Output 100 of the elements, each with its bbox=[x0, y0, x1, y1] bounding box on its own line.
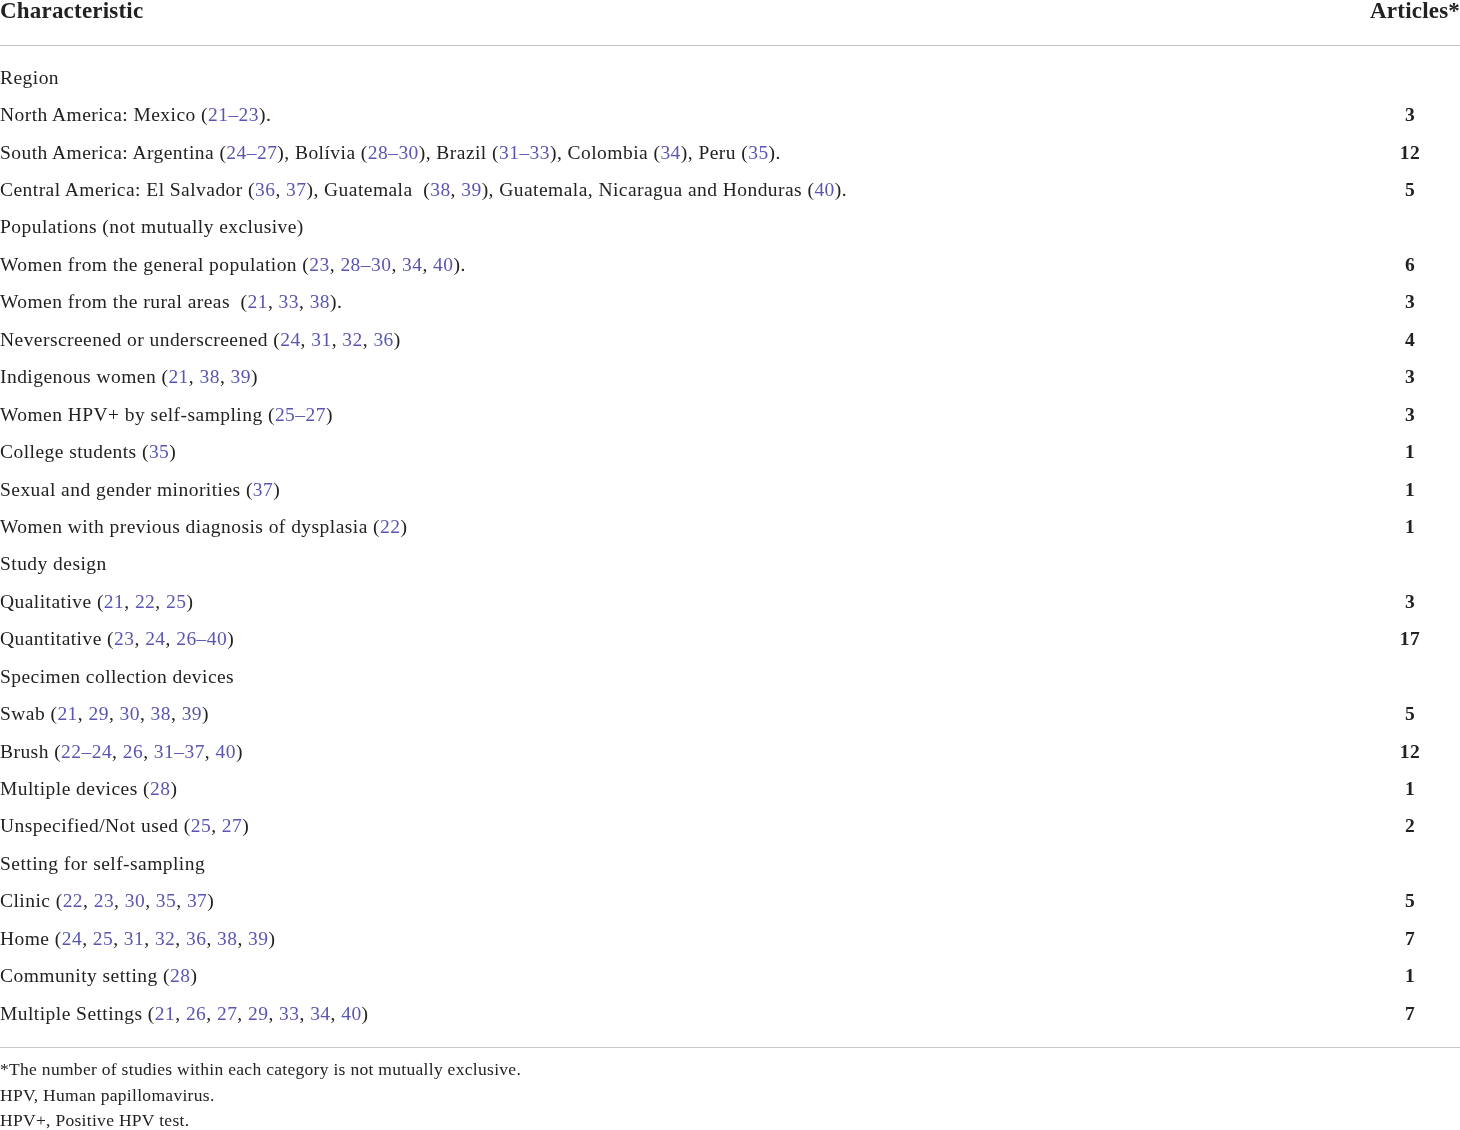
citation-link[interactable]: 35 bbox=[155, 890, 177, 912]
citation-link[interactable]: 21 bbox=[168, 366, 189, 388]
citation-link[interactable]: 24 bbox=[61, 927, 83, 949]
citation-link[interactable]: 25 bbox=[92, 927, 114, 949]
citation-link[interactable]: 40 bbox=[215, 740, 236, 762]
article-count: 3 bbox=[1403, 291, 1417, 314]
characteristic-text: Home (24, 25, 31, 32, 36, 38, 39) bbox=[0, 927, 277, 950]
citation-link[interactable]: 40 bbox=[814, 179, 835, 201]
citation-link[interactable]: 23 bbox=[309, 253, 330, 275]
citation-link[interactable]: 40 bbox=[433, 253, 454, 275]
citation-link[interactable]: 22 bbox=[134, 590, 156, 612]
citation-link[interactable]: 38 bbox=[150, 703, 171, 725]
characteristic-text: Women with previous diagnosis of dysplasia (22) bbox=[0, 515, 409, 538]
characteristic-text: Sexual and gender minorities (37) bbox=[0, 478, 282, 501]
article-count: 7 bbox=[1403, 927, 1417, 950]
group-heading: Region bbox=[0, 66, 61, 89]
characteristic-text: College students (35) bbox=[0, 441, 178, 464]
citation-link[interactable]: 39 bbox=[248, 927, 269, 949]
citation-link[interactable]: 31 bbox=[123, 927, 145, 949]
footnote: HPV+, Positive HPV test. bbox=[0, 1109, 191, 1130]
citation-link[interactable]: 32 bbox=[342, 328, 363, 350]
article-count: 1 bbox=[1403, 965, 1417, 988]
citation-link[interactable]: 28 bbox=[169, 965, 191, 987]
citation-link[interactable]: 26–40 bbox=[176, 628, 228, 650]
citation-link[interactable]: 37 bbox=[252, 478, 274, 500]
citation-link[interactable]: 29 bbox=[88, 703, 109, 725]
article-count: 1 bbox=[1403, 441, 1417, 464]
citation-link[interactable]: 27 bbox=[216, 1002, 238, 1024]
citation-link[interactable]: 38 bbox=[430, 179, 451, 201]
citation-link[interactable]: 23 bbox=[93, 890, 115, 912]
citation-link[interactable]: 31 bbox=[311, 328, 332, 350]
citation-link[interactable]: 25 bbox=[166, 590, 187, 612]
citation-link[interactable]: 28–30 bbox=[340, 253, 392, 275]
citation-link[interactable]: 21 bbox=[154, 1002, 176, 1024]
citation-link[interactable]: 24 bbox=[280, 328, 301, 350]
citation-link[interactable]: 34 bbox=[310, 1002, 331, 1024]
citation-link[interactable]: 33 bbox=[278, 291, 299, 313]
article-count: 12 bbox=[1398, 740, 1422, 763]
characteristic-text: Unspecified/Not used (25, 27) bbox=[0, 815, 251, 838]
citation-link[interactable]: 29 bbox=[248, 1002, 269, 1024]
citation-link[interactable]: 40 bbox=[341, 1002, 362, 1024]
characteristic-text: Central America: El Salvador (36, 37), Guatemala (38, 39), Guatemala, Nicaragua and Honduras (40). bbox=[0, 179, 849, 202]
citation-link[interactable]: 30 bbox=[124, 890, 146, 912]
citation-link[interactable]: 35 bbox=[748, 141, 769, 163]
citation-link[interactable]: 39 bbox=[230, 366, 251, 388]
characteristic-text: North America: Mexico (21–23). bbox=[0, 104, 273, 127]
article-count: 1 bbox=[1403, 778, 1417, 801]
article-count: 3 bbox=[1403, 590, 1417, 613]
citation-link[interactable]: 39 bbox=[181, 703, 203, 725]
citation-link[interactable]: 31–37 bbox=[153, 740, 205, 762]
article-count: 17 bbox=[1398, 628, 1422, 651]
citation-link[interactable]: 22–24 bbox=[61, 740, 113, 762]
citation-link[interactable]: 37 bbox=[286, 179, 307, 201]
citation-link[interactable]: 21 bbox=[57, 703, 78, 725]
citation-link[interactable]: 28–30 bbox=[367, 141, 419, 163]
group-heading: Setting for self-sampling bbox=[0, 852, 207, 875]
citation-link[interactable]: 24–27 bbox=[226, 141, 278, 163]
citation-link[interactable]: 21 bbox=[247, 291, 268, 313]
characteristic-text: Brush (22–24, 26, 31–37, 40) bbox=[0, 740, 244, 763]
characteristic-text: Women from the rural areas (21, 33, 38). bbox=[0, 291, 344, 314]
citation-link[interactable]: 23 bbox=[114, 628, 135, 650]
citation-link[interactable]: 34 bbox=[660, 141, 681, 163]
characteristic-text: Multiple Settings (21, 26, 27, 29, 33, 34, 40) bbox=[0, 1002, 370, 1025]
citation-link[interactable]: 27 bbox=[221, 815, 243, 837]
citation-link[interactable]: 36 bbox=[255, 179, 276, 201]
citation-link[interactable]: 36 bbox=[373, 328, 394, 350]
citation-link[interactable]: 21–23 bbox=[208, 104, 259, 126]
citation-link[interactable]: 26 bbox=[185, 1002, 207, 1024]
citation-link[interactable]: 34 bbox=[402, 253, 423, 275]
characteristic-text: Swab (21, 29, 30, 38, 39) bbox=[0, 703, 210, 726]
article-count: 12 bbox=[1398, 141, 1422, 164]
citation-link[interactable]: 38 bbox=[217, 927, 238, 949]
citation-link[interactable]: 28 bbox=[150, 778, 171, 800]
citation-link[interactable]: 21 bbox=[103, 590, 125, 612]
characteristic-text: Clinic (22, 23, 30, 35, 37) bbox=[0, 890, 216, 913]
article-count: 3 bbox=[1403, 366, 1417, 389]
citation-link[interactable]: 35 bbox=[148, 441, 170, 463]
characteristic-text: Women HPV+ by self-sampling (25–27) bbox=[0, 403, 334, 426]
citation-link[interactable]: 39 bbox=[461, 179, 482, 201]
citation-link[interactable]: 25 bbox=[190, 815, 212, 837]
citation-link[interactable]: 26 bbox=[122, 740, 144, 762]
article-count: 5 bbox=[1403, 890, 1417, 913]
citation-link[interactable]: 22 bbox=[380, 515, 401, 537]
footnote: HPV, Human papillomavirus. bbox=[0, 1083, 216, 1107]
article-count: 1 bbox=[1403, 515, 1417, 538]
article-count: 3 bbox=[1403, 403, 1417, 426]
citation-link[interactable]: 25–27 bbox=[274, 403, 326, 425]
citation-link[interactable]: 38 bbox=[199, 366, 220, 388]
citation-link[interactable]: 30 bbox=[119, 703, 140, 725]
characteristic-text: Indigenous women (21, 38, 39) bbox=[0, 366, 259, 389]
citation-link[interactable]: 36 bbox=[186, 927, 207, 949]
citation-link[interactable]: 37 bbox=[186, 890, 208, 912]
citation-link[interactable]: 22 bbox=[62, 890, 84, 912]
footnote: *The number of studies within each category is not mutually exclusive. bbox=[0, 1058, 523, 1082]
citation-link[interactable]: 38 bbox=[309, 291, 331, 313]
citation-link[interactable]: 24 bbox=[145, 628, 166, 650]
citation-link[interactable]: 32 bbox=[154, 927, 176, 949]
citation-link[interactable]: 33 bbox=[279, 1002, 300, 1024]
citation-link[interactable]: 31–33 bbox=[499, 141, 550, 163]
article-count: 5 bbox=[1403, 179, 1417, 202]
